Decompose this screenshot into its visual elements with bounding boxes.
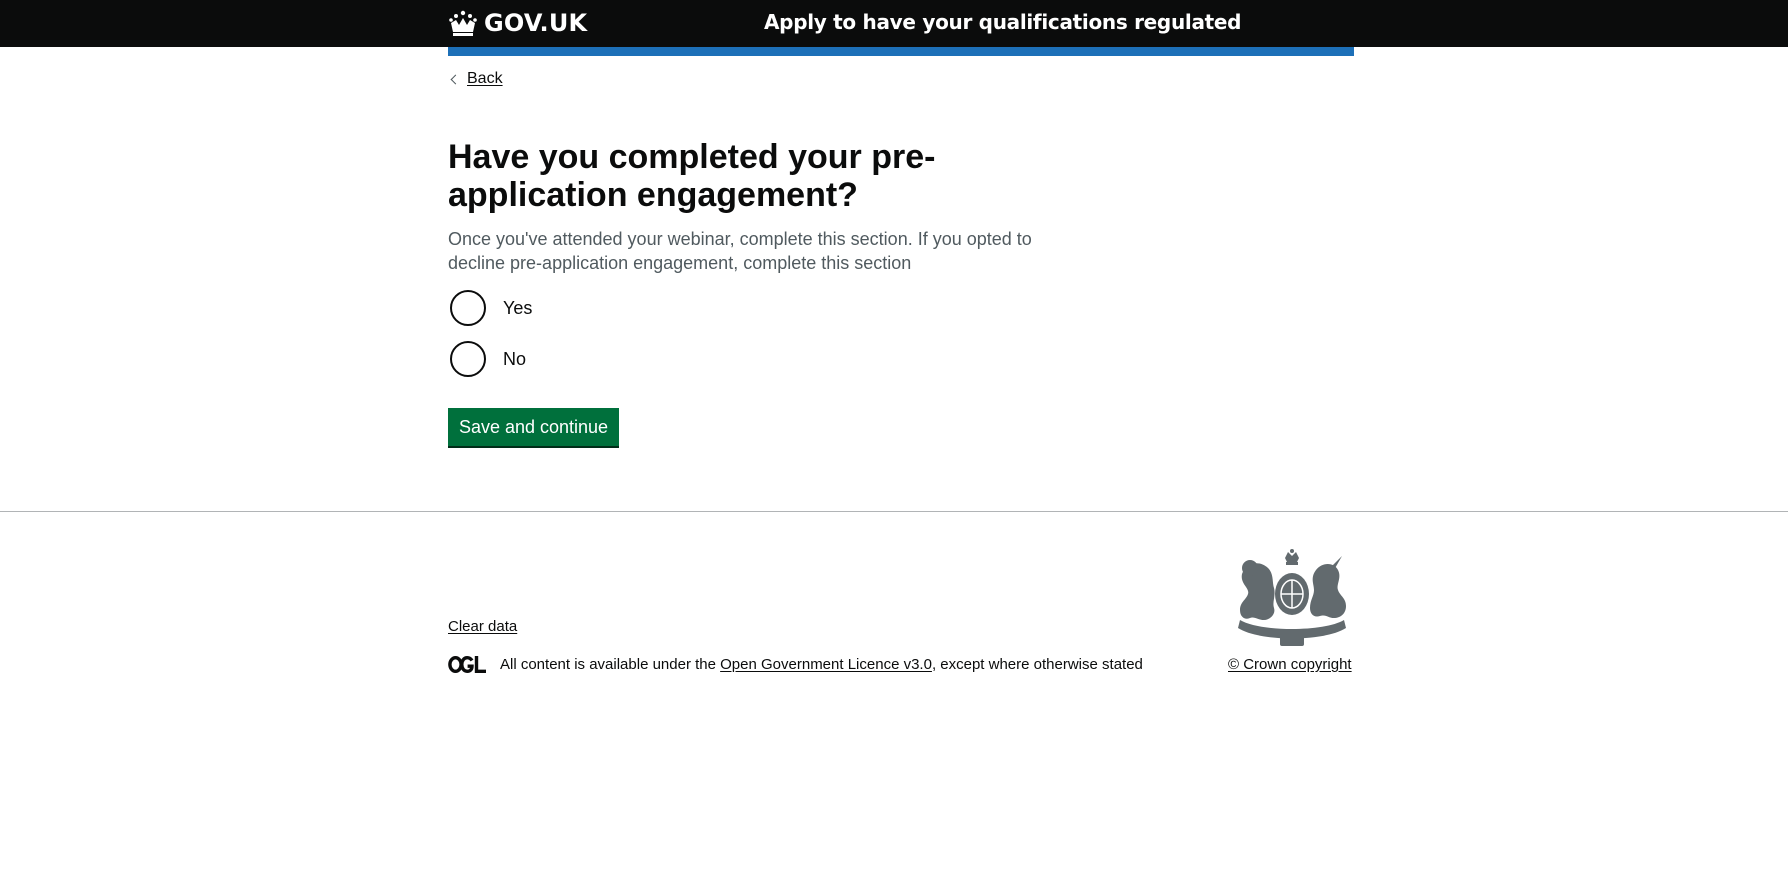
licence-suffix: , except where otherwise stated — [931, 656, 1143, 673]
radio-label-yes: Yes — [503, 297, 533, 318]
radio-button-no[interactable] — [450, 341, 486, 377]
back-link-label: Back — [467, 70, 503, 87]
footer-divider — [0, 511, 1788, 512]
back-link[interactable]: Back — [448, 70, 503, 88]
back-chevron-icon — [450, 74, 461, 84]
service-name-link[interactable]: Apply to have your qualifications regula… — [764, 10, 1241, 34]
radio-option-yes[interactable]: Yes — [450, 290, 532, 326]
crown-icon — [449, 10, 477, 36]
site-header: GOV.UK Apply to have your qualifications… — [0, 0, 1788, 47]
ogl-logo-icon — [448, 655, 486, 674]
clear-data-link[interactable]: Clear data — [448, 618, 517, 635]
save-and-continue-button[interactable]: Save and continue — [448, 408, 619, 446]
question-hint: Once you've attended your webinar, compl… — [448, 229, 1032, 273]
govuk-logo-link[interactable]: GOV.UK — [448, 6, 587, 40]
crown-copyright-link[interactable]: © Crown copyright — [1228, 656, 1352, 673]
licence-prefix: All content is available under the — [500, 656, 721, 673]
radio-button-yes[interactable] — [450, 290, 486, 326]
royal-coat-of-arms-icon — [1238, 549, 1346, 646]
header-blue-bar — [448, 47, 1354, 56]
radio-option-no[interactable]: No — [450, 341, 526, 377]
licence-statement: All content is available under the Open … — [500, 656, 1143, 673]
open-government-licence-link[interactable]: Open Government Licence v3.0 — [720, 656, 932, 673]
govuk-logo-text: GOV.UK — [484, 9, 588, 37]
page-title: Have you completed your pre-application … — [448, 138, 936, 214]
radio-label-no: No — [503, 348, 527, 369]
